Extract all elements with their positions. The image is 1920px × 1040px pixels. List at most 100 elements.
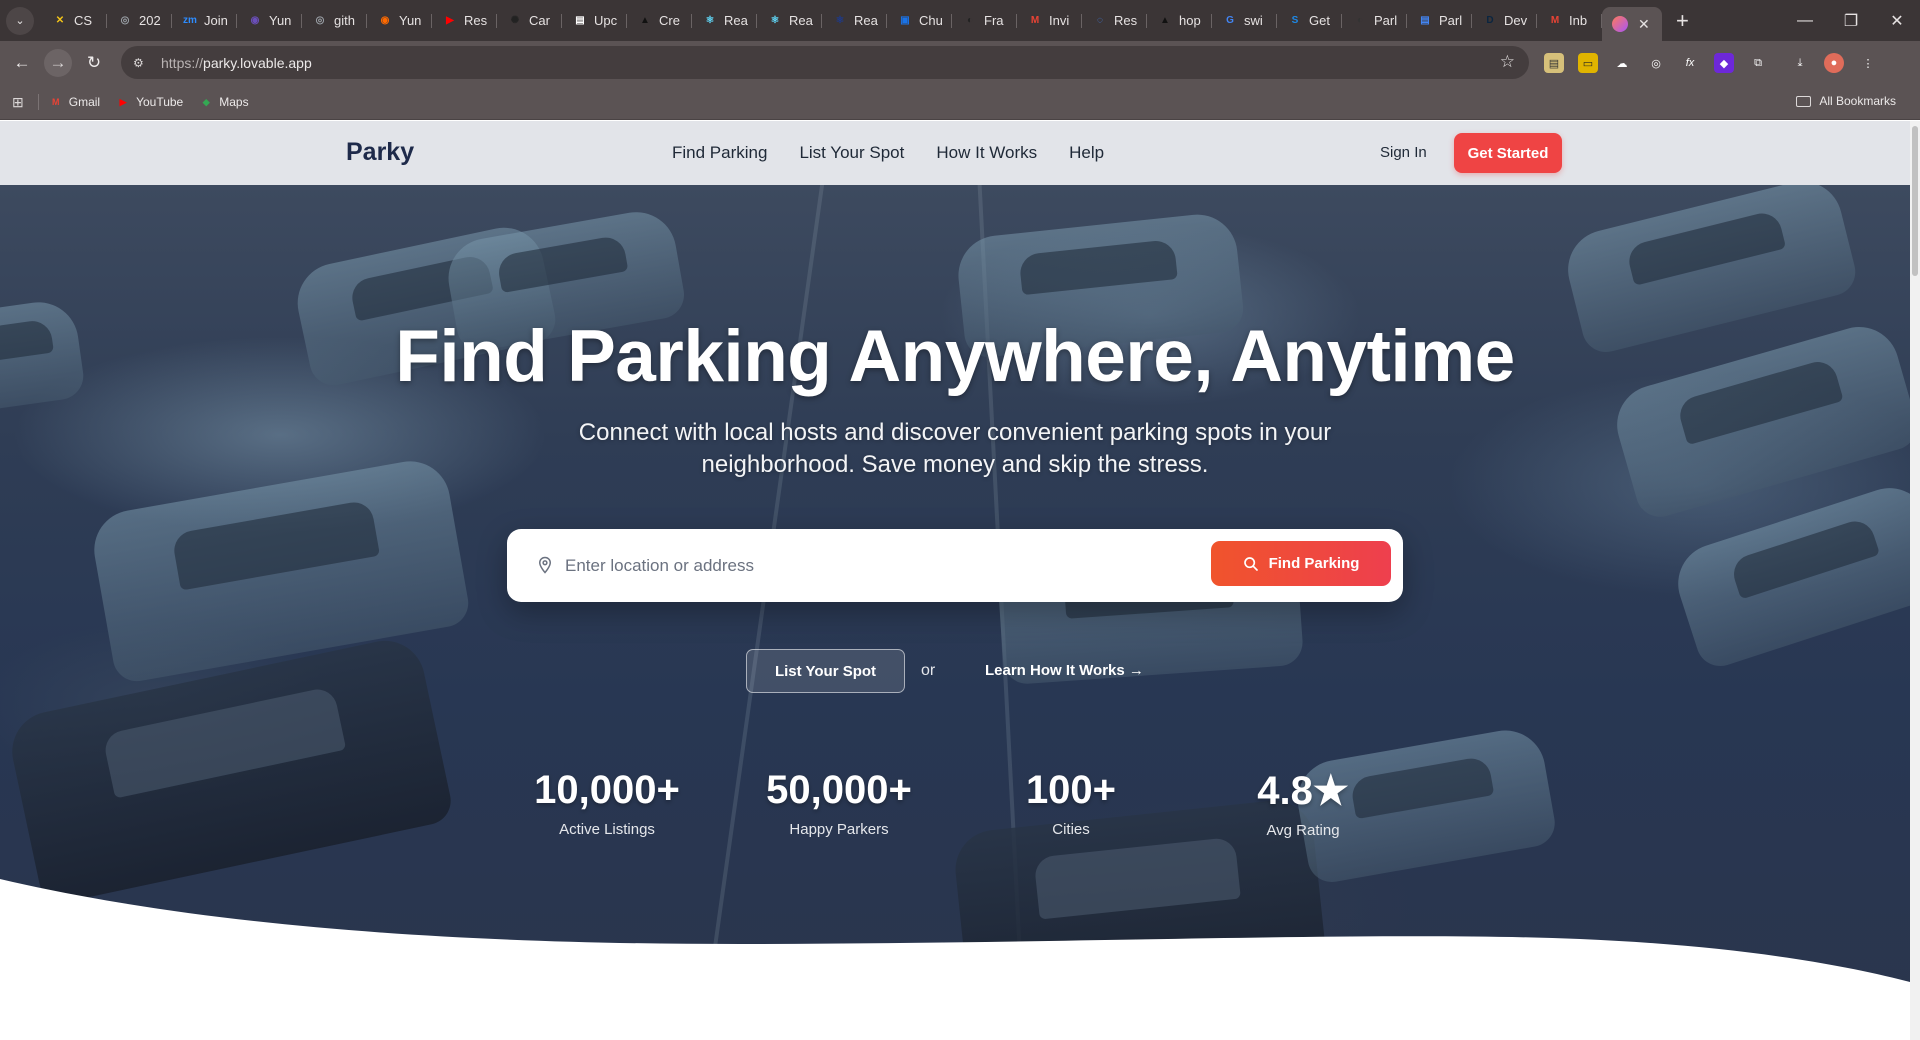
tab-title: Cre: [659, 13, 680, 28]
tab-favicon-icon: ▤: [1420, 15, 1430, 26]
browser-tab[interactable]: ⚛ Rea: [757, 6, 822, 36]
tab-title: Get: [1309, 13, 1330, 28]
all-bookmarks-button[interactable]: All Bookmarks: [1796, 94, 1896, 108]
hero-title: Find Parking Anywhere, Anytime: [395, 316, 1515, 397]
stat-active-listings: 10,000+ Active Listings: [507, 768, 707, 838]
bookmark-favicon-icon: M: [51, 97, 60, 107]
browser-tab[interactable]: ✕ CS: [42, 6, 107, 36]
sign-in-link[interactable]: Sign In: [1380, 144, 1427, 161]
nav-list-your-spot[interactable]: List Your Spot: [799, 143, 904, 163]
stat-value: 4.8★: [1257, 769, 1349, 813]
browser-tab[interactable]: M Invi: [1017, 6, 1082, 36]
main-nav: Find Parking List Your Spot How It Works…: [672, 143, 1104, 163]
tab-favicon-icon: D: [1486, 15, 1494, 26]
stat-label: Cities: [1052, 821, 1090, 838]
nav-find-parking[interactable]: Find Parking: [672, 143, 767, 163]
browser-tab[interactable]: ◎ 202: [107, 6, 172, 36]
reload-button[interactable]: ↻: [80, 49, 108, 77]
browser-tab[interactable]: ◐ Parl: [1342, 6, 1407, 36]
site-settings-icon[interactable]: ⚙: [133, 56, 151, 70]
apps-grid-icon[interactable]: ⊞: [12, 94, 24, 111]
bookmark-label: Maps: [219, 95, 249, 109]
browser-tab[interactable]: ▣ Chu: [887, 6, 952, 36]
nav-help[interactable]: Help: [1069, 143, 1104, 163]
browser-tab[interactable]: M Inb: [1537, 6, 1602, 36]
extension-target-icon[interactable]: ◎: [1646, 53, 1666, 73]
active-browser-tab[interactable]: ✕: [1602, 7, 1662, 41]
parky-logo[interactable]: Parky: [346, 138, 414, 167]
browser-tab[interactable]: ▲ Cre: [627, 6, 692, 36]
scrollbar-thumb[interactable]: [1912, 126, 1918, 276]
tab-favicon-icon: ◐: [966, 15, 974, 26]
browser-tab[interactable]: ◉ Yun: [367, 6, 432, 36]
stat-cities: 100+ Cities: [971, 768, 1171, 838]
browser-tab[interactable]: ▶ Res: [432, 6, 497, 36]
browser-tab[interactable]: ◉ Yun: [237, 6, 302, 36]
tab-title: Yun: [399, 13, 422, 28]
extension-puzzle-badge-icon[interactable]: ◆: [1714, 53, 1734, 73]
search-icon: [1243, 556, 1258, 571]
tab-favicon-icon: ▤: [575, 15, 585, 26]
bookmark-item[interactable]: ◆ Maps: [199, 95, 249, 109]
stat-happy-parkers: 50,000+ Happy Parkers: [739, 768, 939, 838]
tab-favicon-icon: ◌: [1097, 15, 1103, 26]
tab-title: Fra: [984, 13, 1004, 28]
all-bookmarks-label: All Bookmarks: [1819, 94, 1896, 108]
browser-tab[interactable]: ⚛ Rea: [822, 6, 887, 36]
browser-tab[interactable]: ▲ hop: [1147, 6, 1212, 36]
browser-tab[interactable]: Gswi: [1212, 6, 1277, 36]
browser-menu-icon[interactable]: ⋮: [1858, 53, 1878, 73]
bookmark-item[interactable]: ▶ YouTube: [116, 95, 184, 109]
stat-value: 10,000+: [534, 768, 680, 812]
tab-favicon-icon: ◉: [380, 15, 390, 26]
tab-search-button[interactable]: ⌄: [6, 6, 34, 35]
tab-favicon-icon: ◎: [315, 15, 325, 26]
profile-avatar[interactable]: ●: [1824, 53, 1844, 73]
bookmark-item[interactable]: M Gmail: [49, 95, 100, 109]
browser-tab[interactable]: zm Join: [172, 6, 237, 36]
extension-ticket-icon[interactable]: ▭: [1578, 53, 1598, 73]
tab-title: Upc: [594, 13, 618, 28]
browser-tab-strip: ⌄ ✕ CS ◎ 202 zm Join ◉ Yun ◎ gith ◉ Yun ▶ Res ✺ Car ▤ Upc…: [0, 0, 1920, 41]
tab-favicon-icon: M: [1550, 15, 1560, 26]
tab-title: Chu: [919, 13, 943, 28]
extension-fx-icon[interactable]: fx: [1680, 53, 1700, 73]
restore-icon[interactable]: ❐: [1828, 11, 1874, 31]
find-parking-button[interactable]: Find Parking: [1211, 541, 1391, 586]
browser-tab[interactable]: S Get: [1277, 6, 1342, 36]
browser-tab[interactable]: ◌ Res: [1082, 6, 1147, 36]
nav-how-it-works[interactable]: How It Works: [936, 143, 1037, 163]
extension-notes-icon[interactable]: ▤: [1544, 53, 1564, 73]
stat-value: 50,000+: [766, 768, 912, 812]
bookmarks-bar: ⊞ M Gmail ▶ YouTube ◆ Maps All Bookmarks: [0, 85, 1920, 120]
bookmark-star-icon[interactable]: ☆: [1500, 52, 1515, 72]
tab-close-icon[interactable]: ✕: [1638, 16, 1650, 33]
browser-tab[interactable]: ✺ Car: [497, 6, 562, 36]
back-button[interactable]: ←: [8, 49, 36, 77]
address-bar[interactable]: ⚙ https://parky.lovable.app ☆: [121, 46, 1529, 79]
car-image: [1667, 477, 1910, 673]
stat-label: Active Listings: [559, 821, 655, 838]
url-text[interactable]: https://parky.lovable.app: [161, 55, 312, 71]
learn-how-it-works-link[interactable]: Learn How It Works →: [985, 662, 1144, 679]
new-tab-button[interactable]: +: [1676, 8, 1689, 34]
browser-tab[interactable]: ⚛ Rea: [692, 6, 757, 36]
download-icon[interactable]: ⤓: [1790, 53, 1810, 73]
browser-tab[interactable]: ◎ gith: [302, 6, 367, 36]
browser-tab[interactable]: ▤ Parl: [1407, 6, 1472, 36]
minimize-icon[interactable]: —: [1782, 12, 1828, 30]
tab-favicon-icon: ⚛: [705, 15, 715, 26]
browser-tab[interactable]: ▤ Upc: [562, 6, 627, 36]
close-window-icon[interactable]: ✕: [1874, 11, 1920, 31]
location-search-input[interactable]: [565, 547, 1165, 585]
get-started-button[interactable]: Get Started: [1454, 133, 1562, 173]
browser-tab[interactable]: D Dev: [1472, 6, 1537, 36]
tab-favicon-icon: ◉: [250, 15, 260, 26]
page-scrollbar[interactable]: [1910, 121, 1920, 1040]
tab-title: Dev: [1504, 13, 1528, 28]
forward-button[interactable]: →: [44, 49, 72, 77]
extensions-puzzle-icon[interactable]: ⧉: [1748, 53, 1768, 73]
list-your-spot-button[interactable]: List Your Spot: [746, 649, 905, 693]
extension-cloud-icon[interactable]: ☁: [1612, 53, 1632, 73]
browser-tab[interactable]: ◐ Fra: [952, 6, 1017, 36]
